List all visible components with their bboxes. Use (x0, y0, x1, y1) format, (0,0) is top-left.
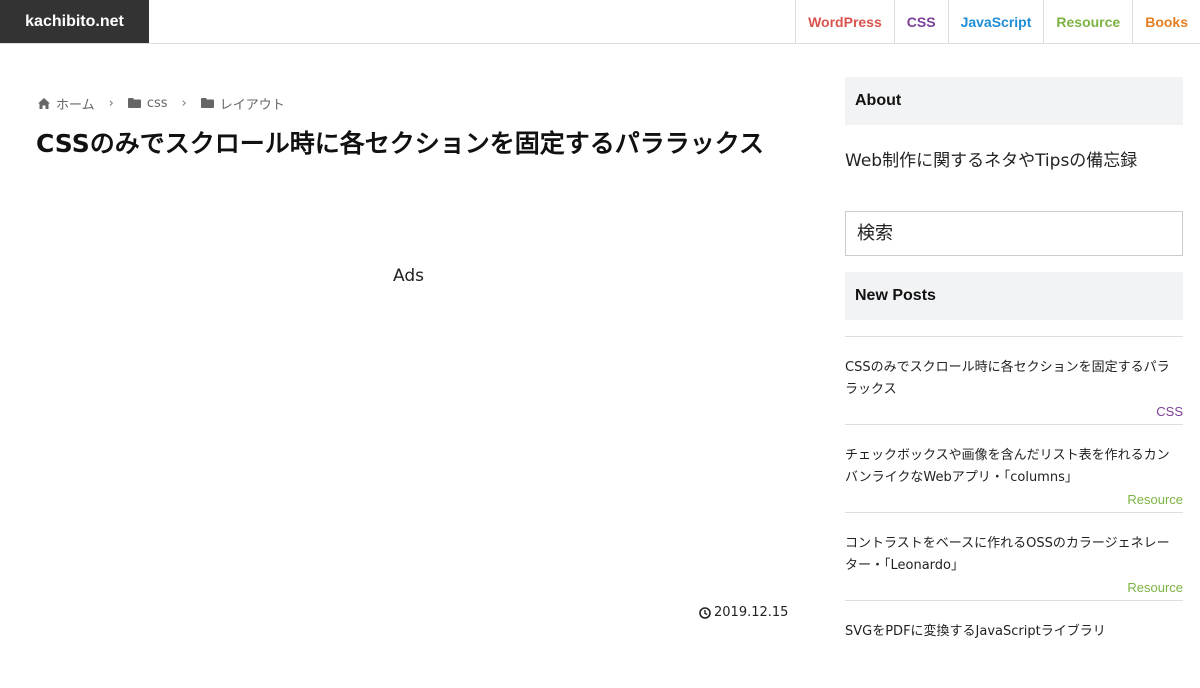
nav-item-books[interactable]: Books (1132, 0, 1200, 43)
list-item: CSSのみでスクロール時に各セクションを固定するパララックス CSS (845, 336, 1183, 424)
nav-item-wordpress[interactable]: WordPress (795, 0, 894, 43)
post-title-link[interactable]: SVGをPDFに変換するJavaScriptライブラリ (845, 621, 1175, 643)
nav-item-css[interactable]: CSS (893, 0, 948, 43)
nav-item-javascript[interactable]: JavaScript (947, 0, 1044, 43)
breadcrumb-separator: › (181, 95, 187, 111)
about-text: Web制作に関するネタやTipsの備忘録 (845, 151, 1138, 171)
breadcrumb-layout-label: レイアウト (219, 97, 285, 113)
breadcrumb-css[interactable]: css (127, 95, 168, 111)
list-item: チェックボックスや画像を含んだリスト表を作れるカンバンライクなWebアプリ・「c… (845, 424, 1183, 512)
post-title-link[interactable]: チェックボックスや画像を含んだリスト表を作れるカンバンライクなWebアプリ・「c… (845, 445, 1175, 489)
clock-icon (699, 606, 711, 619)
site-header: kachibito.net WordPress CSS JavaScript R… (0, 0, 1200, 44)
list-item: コントラストをベースに作れるOSSのカラージェネレーター・「Leonardo」 … (845, 512, 1183, 600)
search-input[interactable] (845, 211, 1183, 256)
page-title: CSSのみでスクロール時に各セクションを固定するパララックス (36, 129, 764, 158)
ads-placeholder: Ads (393, 266, 424, 286)
breadcrumb-home[interactable]: ホーム (38, 94, 95, 113)
breadcrumb-home-label: ホーム (56, 97, 95, 113)
post-title-link[interactable]: CSSのみでスクロール時に各セクションを固定するパララックス (845, 357, 1175, 401)
folder-icon (200, 98, 214, 108)
new-posts-list: CSSのみでスクロール時に各セクションを固定するパララックス CSS チェックボ… (845, 336, 1183, 688)
post-category-link[interactable]: CSS (1156, 404, 1183, 419)
post-date: 2019.12.15 (699, 605, 788, 620)
site-logo[interactable]: kachibito.net (0, 0, 149, 43)
breadcrumb-css-label: css (146, 95, 168, 111)
home-icon (38, 97, 50, 109)
post-category-link[interactable]: Resource (1127, 492, 1183, 507)
new-posts-heading: New Posts (845, 272, 1183, 320)
post-date-text: 2019.12.15 (714, 605, 789, 620)
about-heading: About (845, 77, 1183, 125)
breadcrumb-separator: › (108, 95, 114, 111)
main-nav: WordPress CSS JavaScript Resource Books (795, 0, 1200, 43)
post-category-link[interactable]: Resource (1127, 580, 1183, 595)
list-item: SVGをPDFに変換するJavaScriptライブラリ (845, 600, 1183, 688)
breadcrumb: ホーム › css › レイアウト (38, 94, 285, 113)
folder-icon (127, 98, 141, 108)
breadcrumb-layout[interactable]: レイアウト (200, 94, 285, 113)
nav-item-resource[interactable]: Resource (1043, 0, 1132, 43)
post-title-link[interactable]: コントラストをベースに作れるOSSのカラージェネレーター・「Leonardo」 (845, 533, 1175, 577)
